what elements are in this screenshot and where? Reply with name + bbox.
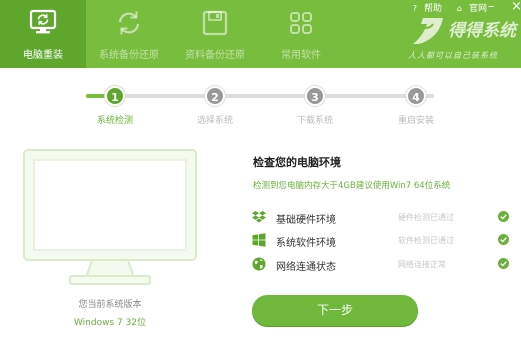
check-name: 网络连通状态 [276, 262, 336, 273]
save-icon [202, 10, 228, 36]
check-status: 网络连接正常 [398, 260, 446, 269]
check-row-hardware: 基础硬件环境 硬件检测已通过 [252, 209, 514, 227]
check-name: 系统软件环境 [276, 238, 336, 249]
check-status: 软件检测已通过 [398, 236, 454, 245]
dropbox-icon [252, 211, 266, 223]
check-name: 基础硬件环境 [276, 215, 336, 226]
environment-recommendation: 检测到您电脑内存大于4GB建议使用Win7 64位系统 [253, 181, 451, 191]
website-label: 官网 [468, 4, 487, 14]
help-label: 帮助 [424, 4, 443, 14]
step-2-indicator: 2 [205, 86, 225, 106]
nav-tab-system-backup[interactable]: 系统备份还原 [86, 0, 172, 68]
minimize-button[interactable]: – [488, 0, 495, 14]
top-links: ? 帮助 ⌂ 官网 [401, 1, 487, 14]
help-link[interactable]: ? 帮助 [407, 4, 442, 14]
check-circle-icon [498, 211, 509, 222]
step-1-indicator: 1 [105, 86, 125, 106]
nav-tab-common-software[interactable]: 常用软件 [258, 0, 344, 68]
brand-slogan: 人人都可以自己装系统 [408, 51, 498, 60]
step-2-label: 选择系统 [196, 116, 233, 126]
sync-icon [118, 11, 140, 35]
check-circle-icon [498, 234, 509, 245]
globe-icon [252, 257, 266, 271]
system-version-value: Windows 7 32位 [73, 318, 147, 328]
check-row-network: 网络连通状态 网络连接正常 [252, 256, 514, 274]
environment-title: 检查您的电脑环境 [253, 156, 341, 169]
home-icon: ⌂ [456, 4, 462, 13]
brand-name: 得得系统 [448, 21, 516, 41]
brand-logo-icon [413, 18, 443, 44]
check-circle-icon [498, 258, 509, 269]
nav-tab-data-backup[interactable]: 资料备份还原 [172, 0, 258, 68]
system-version-caption: 您当前系统版本 [78, 300, 142, 310]
step-4-label: 重启安装 [397, 116, 434, 126]
top-header: 电脑重装 系统备份还原 资料备份还原 常用软件 ? 帮助 ⌂ 官网 – × 得得… [0, 0, 521, 68]
step-3-indicator: 3 [305, 86, 325, 106]
apps-grid-icon [290, 12, 312, 34]
nav-tab-reinstall[interactable]: 电脑重装 [0, 0, 86, 68]
nav-tab-label: 常用软件 [281, 50, 321, 61]
nav-tab-label: 电脑重装 [23, 50, 63, 61]
nav-tab-label: 系统备份还原 [99, 50, 159, 61]
nav-tab-label: 资料备份还原 [185, 50, 245, 61]
check-row-software: 系统软件环境 软件检测已通过 [252, 232, 514, 250]
monitor-illustration [23, 149, 197, 285]
monitor-refresh-icon [29, 9, 57, 34]
next-step-button[interactable]: 下一步 [252, 295, 418, 326]
progress-track [86, 94, 434, 98]
website-link[interactable]: ⌂ 官网 [451, 4, 487, 14]
close-button[interactable]: × [511, 0, 521, 14]
help-circle-icon: ? [412, 4, 418, 13]
check-status: 硬件检测已通过 [398, 213, 454, 222]
windows-icon [252, 233, 266, 247]
step-4-indicator: 4 [406, 86, 426, 106]
step-3-label: 下载系统 [296, 116, 333, 126]
step-1-label: 系统检测 [96, 116, 133, 126]
